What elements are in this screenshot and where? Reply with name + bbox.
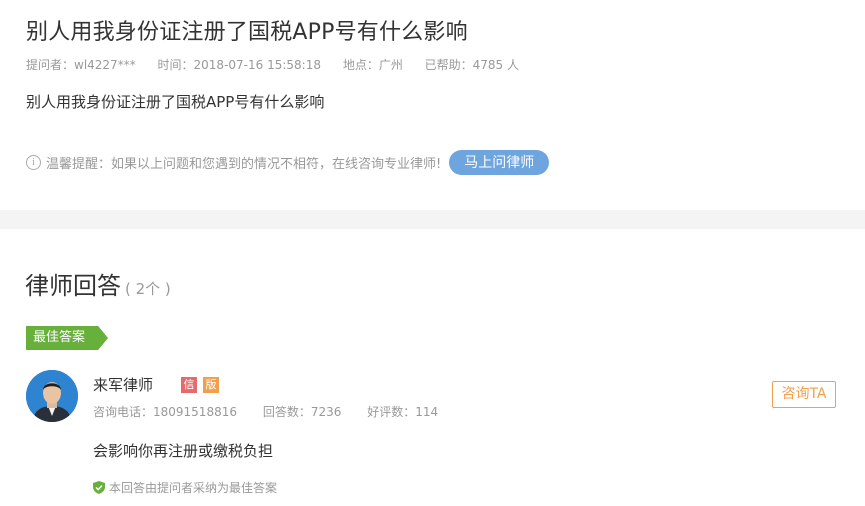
- answers-section-title: 律师回答( 2个 ): [25, 266, 171, 301]
- question-time: 时间：2018-07-16 15:58:18: [157, 58, 321, 72]
- consult-button[interactable]: 咨询TA: [772, 381, 836, 408]
- tip-text: 温馨提醒：如果以上问题和您遇到的情况不相符，在线咨询专业律师!: [46, 156, 442, 172]
- avatar[interactable]: [26, 370, 78, 422]
- tip-bar: i 温馨提醒：如果以上问题和您遇到的情况不相符，在线咨询专业律师! 马上问律师: [26, 149, 550, 175]
- section-divider: [0, 210, 865, 229]
- answer-count: 回答数：7236: [262, 405, 342, 419]
- lawyer-stats: 咨询电话：18091518816 回答数：7236 好评数：114: [93, 403, 460, 420]
- question-title: 别人用我身份证注册了国税APP号有什么影响: [26, 20, 468, 45]
- adopted-note: 本回答由提问者采纳为最佳答案: [93, 479, 277, 496]
- question-body: 别人用我身份证注册了国税APP号有什么影响: [26, 93, 325, 111]
- version-badge: 版: [203, 377, 219, 393]
- answers-count: ( 2个 ): [125, 280, 171, 298]
- question-location: 地点：广州: [342, 58, 403, 72]
- info-icon: i: [26, 154, 41, 170]
- asker: 提问者：wl4227***: [26, 58, 136, 72]
- question-meta: 提问者：wl4227*** 时间：2018-07-16 15:58:18 地点：…: [26, 56, 537, 73]
- lawyer-name[interactable]: 来军律师: [93, 374, 153, 395]
- ask-lawyer-button[interactable]: 马上问律师: [449, 149, 550, 175]
- best-answer-tag: 最佳答案: [26, 326, 108, 350]
- good-review-count: 好评数：114: [367, 405, 439, 419]
- adopted-text: 本回答由提问者采纳为最佳答案: [109, 481, 278, 495]
- answer-content: 会影响你再注册或缴税负担: [93, 442, 274, 460]
- answers-title: 律师回答: [25, 272, 121, 300]
- helped-count: 已帮助：4785 人: [424, 58, 520, 72]
- lawyer-phone: 咨询电话：18091518816: [93, 405, 237, 419]
- lawyer-photo: [26, 370, 78, 422]
- shield-check-icon: [93, 481, 105, 494]
- credit-badge: 信: [181, 377, 197, 393]
